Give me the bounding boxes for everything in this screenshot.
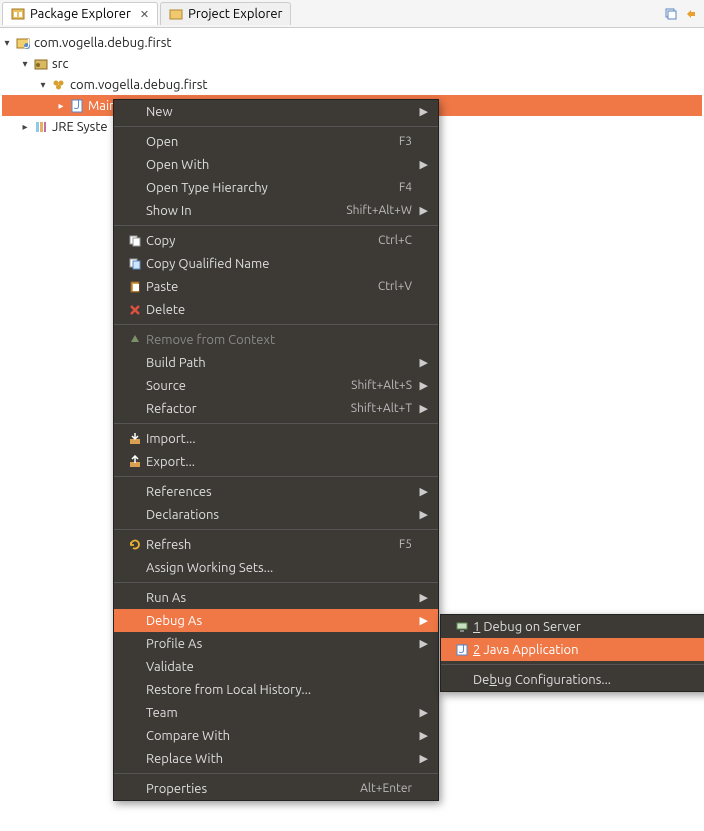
- context-menu: New▶ OpenF3 Open With▶ Open Type Hierarc…: [113, 99, 439, 801]
- menu-separator: [114, 225, 438, 226]
- svg-text:J: J: [74, 99, 80, 112]
- remove-context-icon: [128, 333, 142, 347]
- menu-delete[interactable]: Delete: [114, 298, 438, 321]
- menu-separator: [114, 126, 438, 127]
- copy-icon: [128, 234, 142, 248]
- menu-new[interactable]: New▶: [114, 100, 438, 123]
- server-debug-icon: [455, 620, 469, 634]
- submenu-debug-configurations[interactable]: Debug Configurations...: [441, 668, 704, 691]
- package-explorer-icon: [11, 7, 25, 21]
- source-folder-icon: [34, 57, 48, 71]
- tree-project[interactable]: ▾ J com.vogella.debug.first: [2, 32, 702, 53]
- package-icon: [52, 78, 66, 92]
- submenu-label: 2 Java Application: [473, 643, 704, 657]
- menu-validate[interactable]: Validate: [114, 655, 438, 678]
- expand-arrow-icon[interactable]: ▾: [2, 37, 12, 49]
- menu-open-type-hierarchy[interactable]: Open Type HierarchyF4: [114, 176, 438, 199]
- menu-debug-as[interactable]: Debug As▶: [114, 609, 438, 632]
- menu-source[interactable]: SourceShift+Alt+S▶: [114, 374, 438, 397]
- submenu-debug-on-server[interactable]: 1 Debug on Server: [441, 615, 704, 638]
- tab-package-explorer[interactable]: Package Explorer ✕: [2, 2, 158, 25]
- menu-separator: [114, 324, 438, 325]
- collapse-all-icon[interactable]: [664, 7, 678, 21]
- tab-project-explorer[interactable]: Project Explorer: [160, 2, 291, 25]
- menu-properties[interactable]: PropertiesAlt+Enter: [114, 777, 438, 800]
- refresh-icon: [128, 538, 142, 552]
- submenu-label: Debug Configurations...: [473, 673, 704, 687]
- delete-icon: [128, 303, 142, 317]
- menu-separator: [114, 476, 438, 477]
- submenu-java-application[interactable]: J 2 Java Application: [441, 638, 704, 661]
- menu-team[interactable]: Team▶: [114, 701, 438, 724]
- menu-import[interactable]: Import...: [114, 427, 438, 450]
- tree-label: com.vogella.debug.first: [70, 78, 207, 92]
- export-icon: [128, 455, 142, 469]
- menu-restore-local-history[interactable]: Restore from Local History...: [114, 678, 438, 701]
- menu-references[interactable]: References▶: [114, 480, 438, 503]
- project-explorer-icon: [169, 7, 183, 21]
- menu-separator: [114, 529, 438, 530]
- tab-label: Project Explorer: [188, 7, 282, 21]
- java-app-icon: J: [455, 643, 469, 657]
- menu-separator: [114, 423, 438, 424]
- tab-label: Package Explorer: [30, 7, 131, 21]
- menu-declarations[interactable]: Declarations▶: [114, 503, 438, 526]
- menu-separator: [114, 582, 438, 583]
- tree-label: JRE Syste: [52, 120, 108, 134]
- java-file-icon: J: [70, 99, 84, 113]
- expand-arrow-icon[interactable]: ▾: [38, 79, 48, 91]
- link-editor-icon[interactable]: [684, 7, 698, 21]
- debug-as-submenu: 1 Debug on Server J 2 Java Application D…: [440, 614, 704, 692]
- menu-remove-from-context: Remove from Context: [114, 328, 438, 351]
- close-icon[interactable]: ✕: [136, 8, 149, 21]
- view-tabbar: Package Explorer ✕ Project Explorer: [0, 0, 704, 28]
- copy-qualified-icon: [128, 257, 142, 271]
- submenu-label: 1 Debug on Server: [473, 620, 704, 634]
- expand-arrow-icon[interactable]: ▸: [20, 121, 30, 133]
- menu-assign-working-sets[interactable]: Assign Working Sets...: [114, 556, 438, 579]
- menu-copy-qualified-name[interactable]: Copy Qualified Name: [114, 252, 438, 275]
- menu-refactor[interactable]: RefactorShift+Alt+T▶: [114, 397, 438, 420]
- menu-open[interactable]: OpenF3: [114, 130, 438, 153]
- menu-export[interactable]: Export...: [114, 450, 438, 473]
- menu-refresh[interactable]: RefreshF5: [114, 533, 438, 556]
- tree-package[interactable]: ▾ com.vogella.debug.first: [2, 74, 702, 95]
- tree-label: com.vogella.debug.first: [34, 36, 171, 50]
- expand-arrow-icon[interactable]: ▾: [20, 58, 30, 70]
- menu-separator: [114, 773, 438, 774]
- tree-src-folder[interactable]: ▾ src: [2, 53, 702, 74]
- java-project-icon: J: [16, 36, 30, 50]
- svg-text:J: J: [459, 643, 465, 656]
- menu-copy[interactable]: CopyCtrl+C: [114, 229, 438, 252]
- import-icon: [128, 432, 142, 446]
- svg-text:J: J: [24, 37, 30, 50]
- tree-label: src: [52, 57, 69, 71]
- menu-run-as[interactable]: Run As▶: [114, 586, 438, 609]
- menu-separator: [441, 664, 704, 665]
- menu-replace-with[interactable]: Replace With▶: [114, 747, 438, 770]
- menu-compare-with[interactable]: Compare With▶: [114, 724, 438, 747]
- menu-paste[interactable]: PasteCtrl+V: [114, 275, 438, 298]
- library-icon: [34, 120, 48, 134]
- menu-build-path[interactable]: Build Path▶: [114, 351, 438, 374]
- menu-show-in[interactable]: Show InShift+Alt+W▶: [114, 199, 438, 222]
- expand-arrow-icon[interactable]: ▸: [56, 100, 66, 112]
- menu-open-with[interactable]: Open With▶: [114, 153, 438, 176]
- menu-profile-as[interactable]: Profile As▶: [114, 632, 438, 655]
- paste-icon: [128, 280, 142, 294]
